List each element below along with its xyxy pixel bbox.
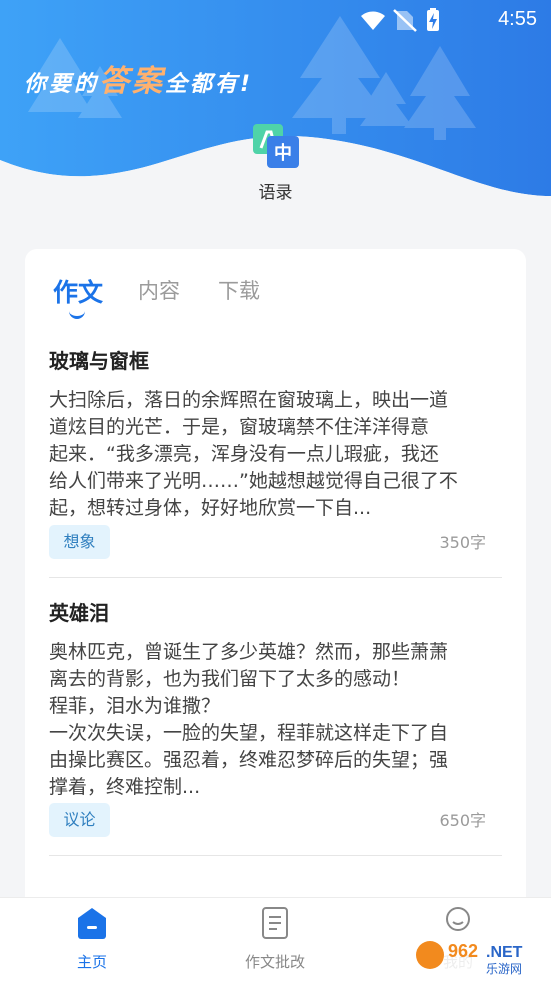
- slogan-suffix: 全都有!: [165, 72, 254, 97]
- slogan-prefix: 你要的: [24, 72, 100, 97]
- article-excerpt[interactable]: 大扫除后，落日的余辉照在窗玻璃上，映出一道 道炫目的光芒．于是，窗玻璃禁不住洋洋…: [49, 387, 502, 522]
- nav-label: 作文批改: [244, 953, 305, 971]
- divider: [49, 577, 502, 578]
- article-tag[interactable]: 议论: [49, 803, 110, 837]
- document-icon: [262, 907, 288, 939]
- list-item[interactable]: 英雄泪 奥林匹克，曾诞生了多少英雄？然而，那些萧萧 离去的背影，也为我们留下了太…: [49, 597, 502, 837]
- nav-essay-correction[interactable]: 作文批改: [215, 898, 335, 981]
- tab-bar: 作文 内容 下载: [25, 249, 526, 329]
- tab-indicator: [69, 311, 85, 319]
- svg-text:中: 中: [274, 142, 292, 164]
- article-tag[interactable]: 想象: [49, 525, 110, 559]
- list-item[interactable]: 玻璃与窗框 大扫除后，落日的余辉照在窗玻璃上，映出一道 道炫目的光芒．于是，窗玻…: [49, 345, 502, 575]
- content-card: 作文 内容 下载 玻璃与窗框 大扫除后，落日的余辉照在窗玻璃上，映出一道 道炫目…: [25, 249, 526, 909]
- article-excerpt[interactable]: 奥林匹克，曾诞生了多少英雄？然而，那些萧萧 离去的背影，也为我们留下了太多的感动…: [49, 639, 502, 801]
- svg-text:.NET: .NET: [486, 944, 523, 961]
- nav-home[interactable]: 主页: [32, 898, 152, 981]
- watermark-logo: 962 .NET 乐游网: [412, 933, 546, 977]
- nav-label: 主页: [76, 953, 107, 971]
- header-slogan: 你要的答案全都有!: [24, 56, 253, 100]
- tab-content[interactable]: 内容: [138, 275, 180, 305]
- status-time: 4:55: [498, 8, 537, 30]
- tab-download[interactable]: 下载: [218, 275, 260, 305]
- status-icons: [361, 8, 439, 32]
- no-sim-icon: [393, 9, 417, 32]
- word-count: 350字: [439, 533, 486, 552]
- article-title[interactable]: 英雄泪: [49, 597, 502, 627]
- battery-charging-icon: [427, 8, 439, 31]
- word-count: 650字: [439, 811, 486, 830]
- status-bar: 4:55: [0, 0, 551, 40]
- svg-text:962: 962: [448, 941, 478, 961]
- slogan-accent: 答案: [99, 64, 166, 99]
- divider: [49, 855, 502, 856]
- home-icon: [78, 908, 106, 939]
- app-label[interactable]: 语录: [0, 178, 551, 203]
- wifi-icon: [361, 11, 385, 30]
- svg-text:乐游网: 乐游网: [486, 962, 522, 976]
- translate-icon[interactable]: 中: [253, 124, 299, 168]
- tab-essay[interactable]: 作文: [53, 273, 103, 309]
- article-title[interactable]: 玻璃与窗框: [49, 345, 502, 375]
